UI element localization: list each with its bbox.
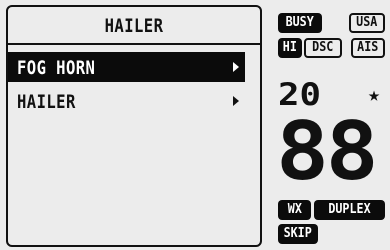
skip-badge: SKIP [278,224,318,244]
menu-item-label: HAILER [17,91,76,113]
menu-item-hailer[interactable]: HAILER [8,86,245,116]
channel-number-large: 88 [276,105,379,198]
hailer-menu-panel: HAILER FOG HORN HAILER [6,5,262,247]
ais-badge: AIS [351,38,385,58]
menu-list: FOG HORN HAILER [8,52,260,116]
menu-title: HAILER [104,15,164,37]
wx-badge: WX [278,200,311,220]
dsc-badge: DSC [304,38,342,58]
power-hi-badge: HI [278,38,302,58]
menu-item-fog-horn[interactable]: FOG HORN [8,52,245,82]
status-panel: BUSY USA HI DSC AIS 20 ★ 88 WX DUPLEX SK… [274,0,390,250]
star-icon: ★ [368,82,381,106]
menu-item-label: FOG HORN [17,57,96,79]
busy-badge: BUSY [278,13,322,33]
menu-divider [8,43,260,45]
chevron-right-icon [233,96,239,106]
region-badge: USA [349,13,385,33]
chevron-right-icon [233,62,239,72]
duplex-badge: DUPLEX [314,200,385,220]
